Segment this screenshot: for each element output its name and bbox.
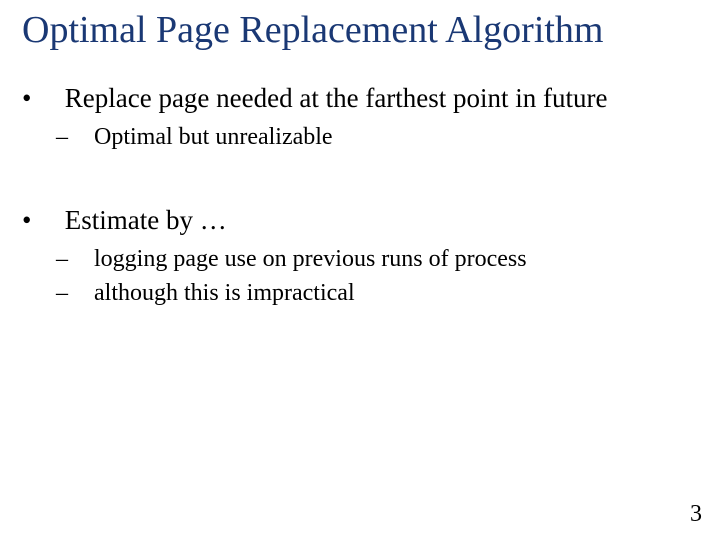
slide: Optimal Page Replacement Algorithm Repla… bbox=[0, 0, 720, 540]
bullet-level1: Replace page needed at the farthest poin… bbox=[30, 82, 690, 116]
bullet-level1: Estimate by … bbox=[30, 204, 690, 238]
bullet-text: Estimate by … bbox=[65, 205, 227, 235]
slide-title: Optimal Page Replacement Algorithm bbox=[22, 8, 604, 52]
page-number: 3 bbox=[690, 501, 702, 528]
bullet-text: Optimal but unrealizable bbox=[94, 124, 333, 150]
bullet-text: logging page use on previous runs of pro… bbox=[94, 246, 527, 272]
slide-body: Replace page needed at the farthest poin… bbox=[30, 82, 690, 312]
bullet-level2: logging page use on previous runs of pro… bbox=[30, 244, 690, 274]
bullet-text: Replace page needed at the farthest poin… bbox=[65, 83, 608, 113]
bullet-level2: although this is impractical bbox=[30, 278, 690, 308]
bullet-text: although this is impractical bbox=[94, 280, 355, 306]
spacer bbox=[30, 156, 690, 204]
bullet-level2: Optimal but unrealizable bbox=[30, 122, 690, 152]
